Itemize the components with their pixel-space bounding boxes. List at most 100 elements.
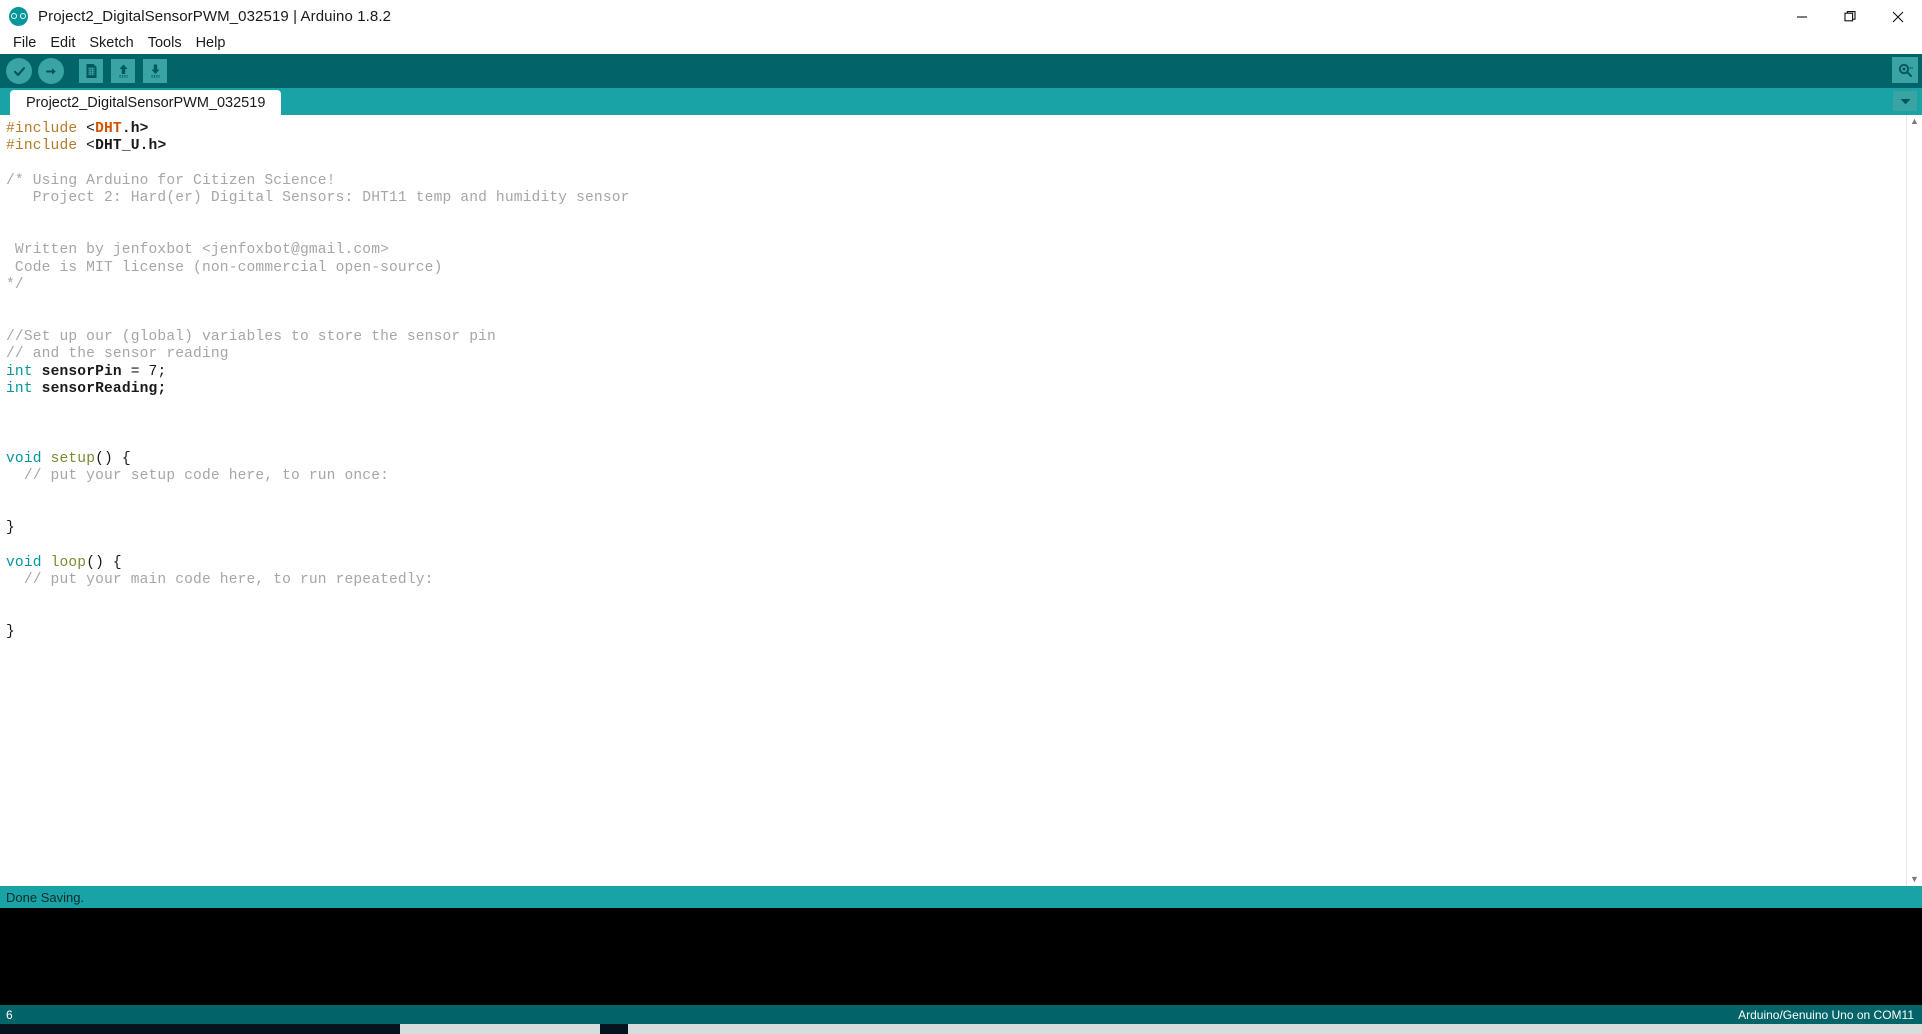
upload-button[interactable] — [37, 57, 65, 85]
maximize-button[interactable] — [1826, 0, 1874, 33]
window-controls — [1778, 0, 1922, 33]
code-token: // and the sensor reading — [6, 346, 229, 363]
arrow-down-icon — [143, 59, 167, 83]
code-token: //Set up our (global) variables to store… — [6, 329, 496, 346]
code-token: void — [6, 450, 42, 467]
source-code[interactable]: #include <DHT.h> #include <DHT_U.h> /* Us… — [6, 121, 1906, 641]
console-output[interactable] — [0, 908, 1922, 1005]
code-token: < — [86, 138, 96, 155]
bottom-strip-light-b — [628, 1024, 1922, 1034]
title-bar: Project2_DigitalSensorPWM_032519 | Ardui… — [0, 0, 1922, 33]
code-token: void — [6, 554, 42, 571]
tab-menu-button[interactable] — [1893, 91, 1917, 111]
code-line: // and the sensor reading — [6, 346, 1906, 363]
menu-tools[interactable]: Tools — [141, 33, 189, 54]
code-token: sensorReading; — [41, 381, 167, 398]
chevron-up-icon[interactable]: ▲ — [1910, 117, 1919, 126]
code-token: } — [6, 623, 15, 640]
console-status-message: Done Saving. — [0, 886, 1922, 908]
code-token: setup — [50, 450, 96, 467]
arduino-infinity-icon — [9, 7, 28, 26]
open-button[interactable] — [109, 57, 137, 85]
code-line: int sensorReading; — [6, 381, 1906, 398]
close-button[interactable] — [1874, 0, 1922, 33]
chevron-down-icon — [1900, 98, 1910, 104]
editor-vertical-scrollbar[interactable]: ▲ ▼ — [1906, 115, 1922, 886]
code-token: Written by jenfoxbot <jenfoxbot@gmail.co… — [6, 242, 390, 259]
code-line: // put your main code here, to run repea… — [6, 572, 1906, 589]
code-token: = 7; — [121, 363, 167, 380]
code-token: Code is MIT license (non-commercial open… — [6, 259, 443, 276]
toolbar-buttons — [0, 57, 169, 85]
code-token: .h> — [121, 121, 149, 137]
code-token: Project 2: Hard(er) Digital Sensors: DHT… — [6, 190, 630, 207]
menu-edit[interactable]: Edit — [43, 33, 82, 54]
menu-help[interactable]: Help — [189, 33, 233, 54]
code-token: // put your setup code here, to run once… — [6, 467, 390, 484]
code-line: Written by jenfoxbot <jenfoxbot@gmail.co… — [6, 242, 1906, 259]
code-line: #include <DHT.h> — [6, 121, 1906, 138]
code-token: DHT — [95, 121, 122, 137]
code-line: } — [6, 520, 1906, 537]
menu-bar: File Edit Sketch Tools Help — [0, 33, 1922, 54]
code-line: */ — [6, 277, 1906, 294]
serial-monitor-button[interactable] — [1892, 57, 1918, 83]
sketch-tab[interactable]: Project2_DigitalSensorPWM_032519 — [10, 90, 282, 115]
toolbar — [0, 54, 1922, 88]
code-line: /* Using Arduino for Citizen Science! — [6, 173, 1906, 190]
new-document-icon — [79, 59, 103, 83]
board-port-info: Arduino/Genuino Uno on COM11 — [1738, 1007, 1914, 1022]
title-bar-left: Project2_DigitalSensorPWM_032519 | Ardui… — [0, 7, 391, 26]
editor-area: #include <DHT.h> #include <DHT_U.h> /* Us… — [0, 115, 1922, 886]
arrow-right-icon — [38, 58, 64, 84]
tab-bar: Project2_DigitalSensorPWM_032519 — [0, 88, 1922, 115]
code-line: } — [6, 624, 1906, 641]
code-line: #include <DHT_U.h> — [6, 138, 1906, 155]
chevron-down-icon[interactable]: ▼ — [1910, 875, 1919, 884]
code-token: loop — [50, 554, 87, 571]
code-token: int — [6, 381, 33, 398]
magnifier-icon — [1898, 63, 1913, 77]
code-token: .h> — [139, 138, 167, 155]
arrow-up-icon — [111, 59, 135, 83]
code-token: () { — [95, 450, 131, 467]
status-bar: 6 Arduino/Genuino Uno on COM11 — [0, 1005, 1922, 1024]
code-editor[interactable]: #include <DHT.h> #include <DHT_U.h> /* Us… — [0, 115, 1906, 886]
code-line: int sensorPin = 7; — [6, 364, 1906, 381]
code-token: } — [6, 519, 15, 536]
cursor-line-number: 6 — [6, 1007, 13, 1022]
menu-file[interactable]: File — [6, 33, 43, 54]
code-token: */ — [6, 277, 24, 294]
bottom-strip-dark-mid — [600, 1024, 628, 1034]
code-token: () { — [86, 554, 122, 571]
new-button[interactable] — [77, 57, 105, 85]
code-line: Code is MIT license (non-commercial open… — [6, 260, 1906, 277]
checkmark-icon — [6, 58, 32, 84]
arduino-ide-window: Project2_DigitalSensorPWM_032519 | Ardui… — [0, 0, 1922, 1034]
code-token: // put your main code here, to run repea… — [6, 571, 434, 588]
menu-sketch[interactable]: Sketch — [82, 33, 140, 54]
code-line: // put your setup code here, to run once… — [6, 468, 1906, 485]
minimize-button[interactable] — [1778, 0, 1826, 33]
code-token: #include — [6, 121, 87, 137]
save-button[interactable] — [141, 57, 169, 85]
code-token: #include — [6, 138, 87, 155]
bottom-strip-light-a — [400, 1024, 600, 1034]
verify-button[interactable] — [5, 57, 33, 85]
code-line: void loop() { — [6, 555, 1906, 572]
bottom-strip — [0, 1024, 1922, 1034]
bottom-strip-dark-left — [0, 1024, 400, 1034]
code-token: sensorPin — [41, 363, 122, 380]
